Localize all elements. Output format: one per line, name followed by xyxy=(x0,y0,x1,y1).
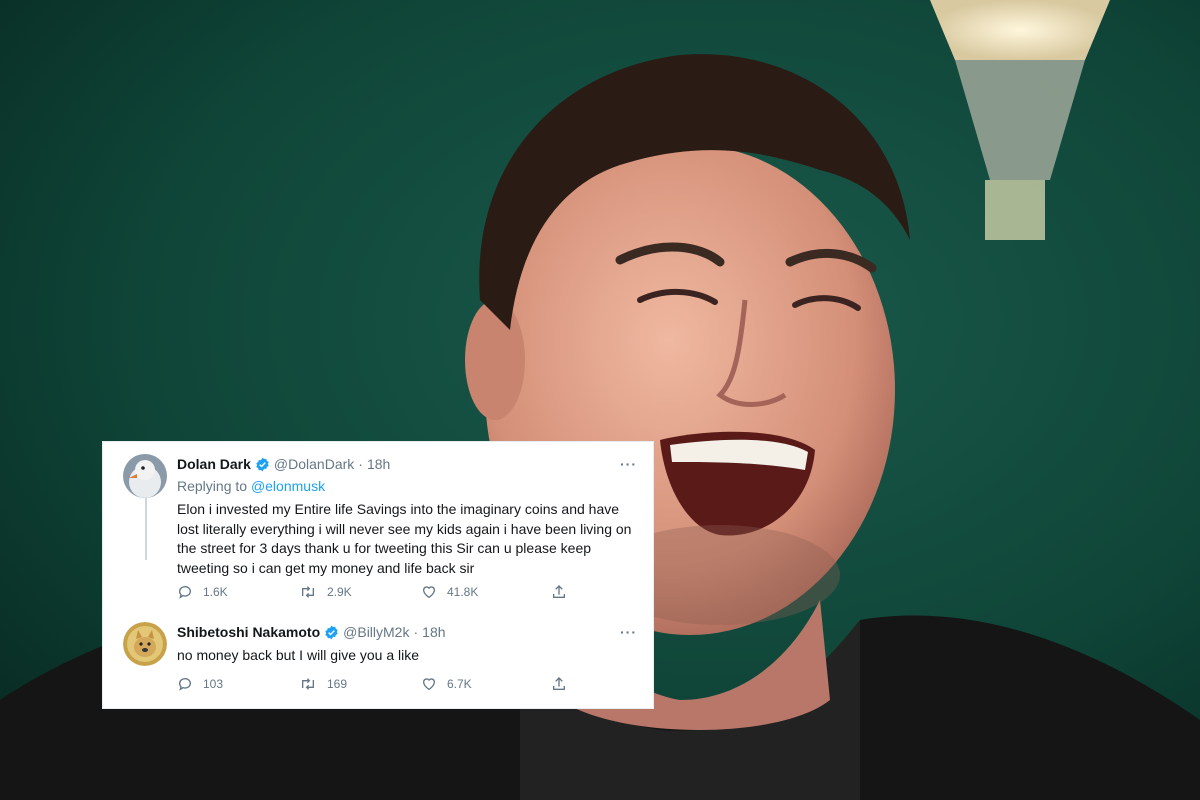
reply-button[interactable]: 1.6K xyxy=(177,582,228,602)
retweet-button[interactable]: 2.9K xyxy=(299,582,352,602)
verified-badge-icon xyxy=(255,457,270,472)
tweet-thread-card: Dolan Dark @DolanDark · 18h ··· Replying… xyxy=(102,441,654,709)
retweet-icon xyxy=(302,678,314,690)
retweet-button[interactable]: 169 xyxy=(299,674,347,694)
reply-icon xyxy=(179,586,191,599)
tweet-time[interactable]: 18h xyxy=(367,456,390,472)
more-options-icon[interactable]: ··· xyxy=(620,624,637,640)
share-button[interactable] xyxy=(551,674,577,694)
tweet-text: no money back but I will give you a like xyxy=(177,647,420,663)
reply-mention-link[interactable]: @elonmusk xyxy=(251,478,325,494)
author-handle[interactable]: @BillyM2k xyxy=(343,624,409,640)
doge-coin-avatar-icon[interactable] xyxy=(123,622,167,666)
reply-count: 103 xyxy=(203,677,224,691)
author-handle[interactable]: @DolanDark xyxy=(274,456,354,472)
more-options-icon[interactable]: ··· xyxy=(620,456,637,472)
heart-icon xyxy=(422,586,436,599)
replying-to-line: Replying to @elonmusk xyxy=(177,478,325,494)
heart-icon xyxy=(422,678,436,691)
like-count: 41.8K xyxy=(447,585,479,599)
share-button[interactable] xyxy=(551,582,577,602)
thread-connector-line xyxy=(145,496,147,560)
like-button[interactable]: 41.8K xyxy=(421,582,478,602)
separator-dot: · xyxy=(358,456,363,472)
tweet-header: Dolan Dark @DolanDark · 18h xyxy=(177,456,390,472)
retweet-count: 2.9K xyxy=(327,585,352,599)
author-name[interactable]: Shibetoshi Nakamoto xyxy=(177,624,320,640)
duck-avatar-icon[interactable] xyxy=(123,454,167,498)
share-icon xyxy=(553,677,565,690)
tweet-actions-bar: 1.6K 2.9K 41.8K xyxy=(177,582,637,602)
author-name[interactable]: Dolan Dark xyxy=(177,456,251,472)
retweet-count: 169 xyxy=(327,677,348,691)
reply-button[interactable]: 103 xyxy=(177,674,223,694)
like-button[interactable]: 6.7K xyxy=(421,674,472,694)
replying-to-label: Replying to xyxy=(177,478,248,494)
tweet-header: Shibetoshi Nakamoto @BillyM2k · 18h xyxy=(177,624,446,640)
verified-badge-icon xyxy=(324,625,339,640)
reply-icon xyxy=(179,678,191,691)
retweet-icon xyxy=(302,586,314,598)
separator-dot: · xyxy=(413,624,419,640)
tweet-text: Elon i invested my Entire life Savings i… xyxy=(177,501,632,576)
tweet-time[interactable]: 18h xyxy=(422,624,445,640)
tweet-actions-bar: 103 169 6.7K xyxy=(177,674,637,694)
like-count: 6.7K xyxy=(447,677,472,691)
reply-count: 1.6K xyxy=(203,585,228,599)
share-icon xyxy=(553,585,565,598)
